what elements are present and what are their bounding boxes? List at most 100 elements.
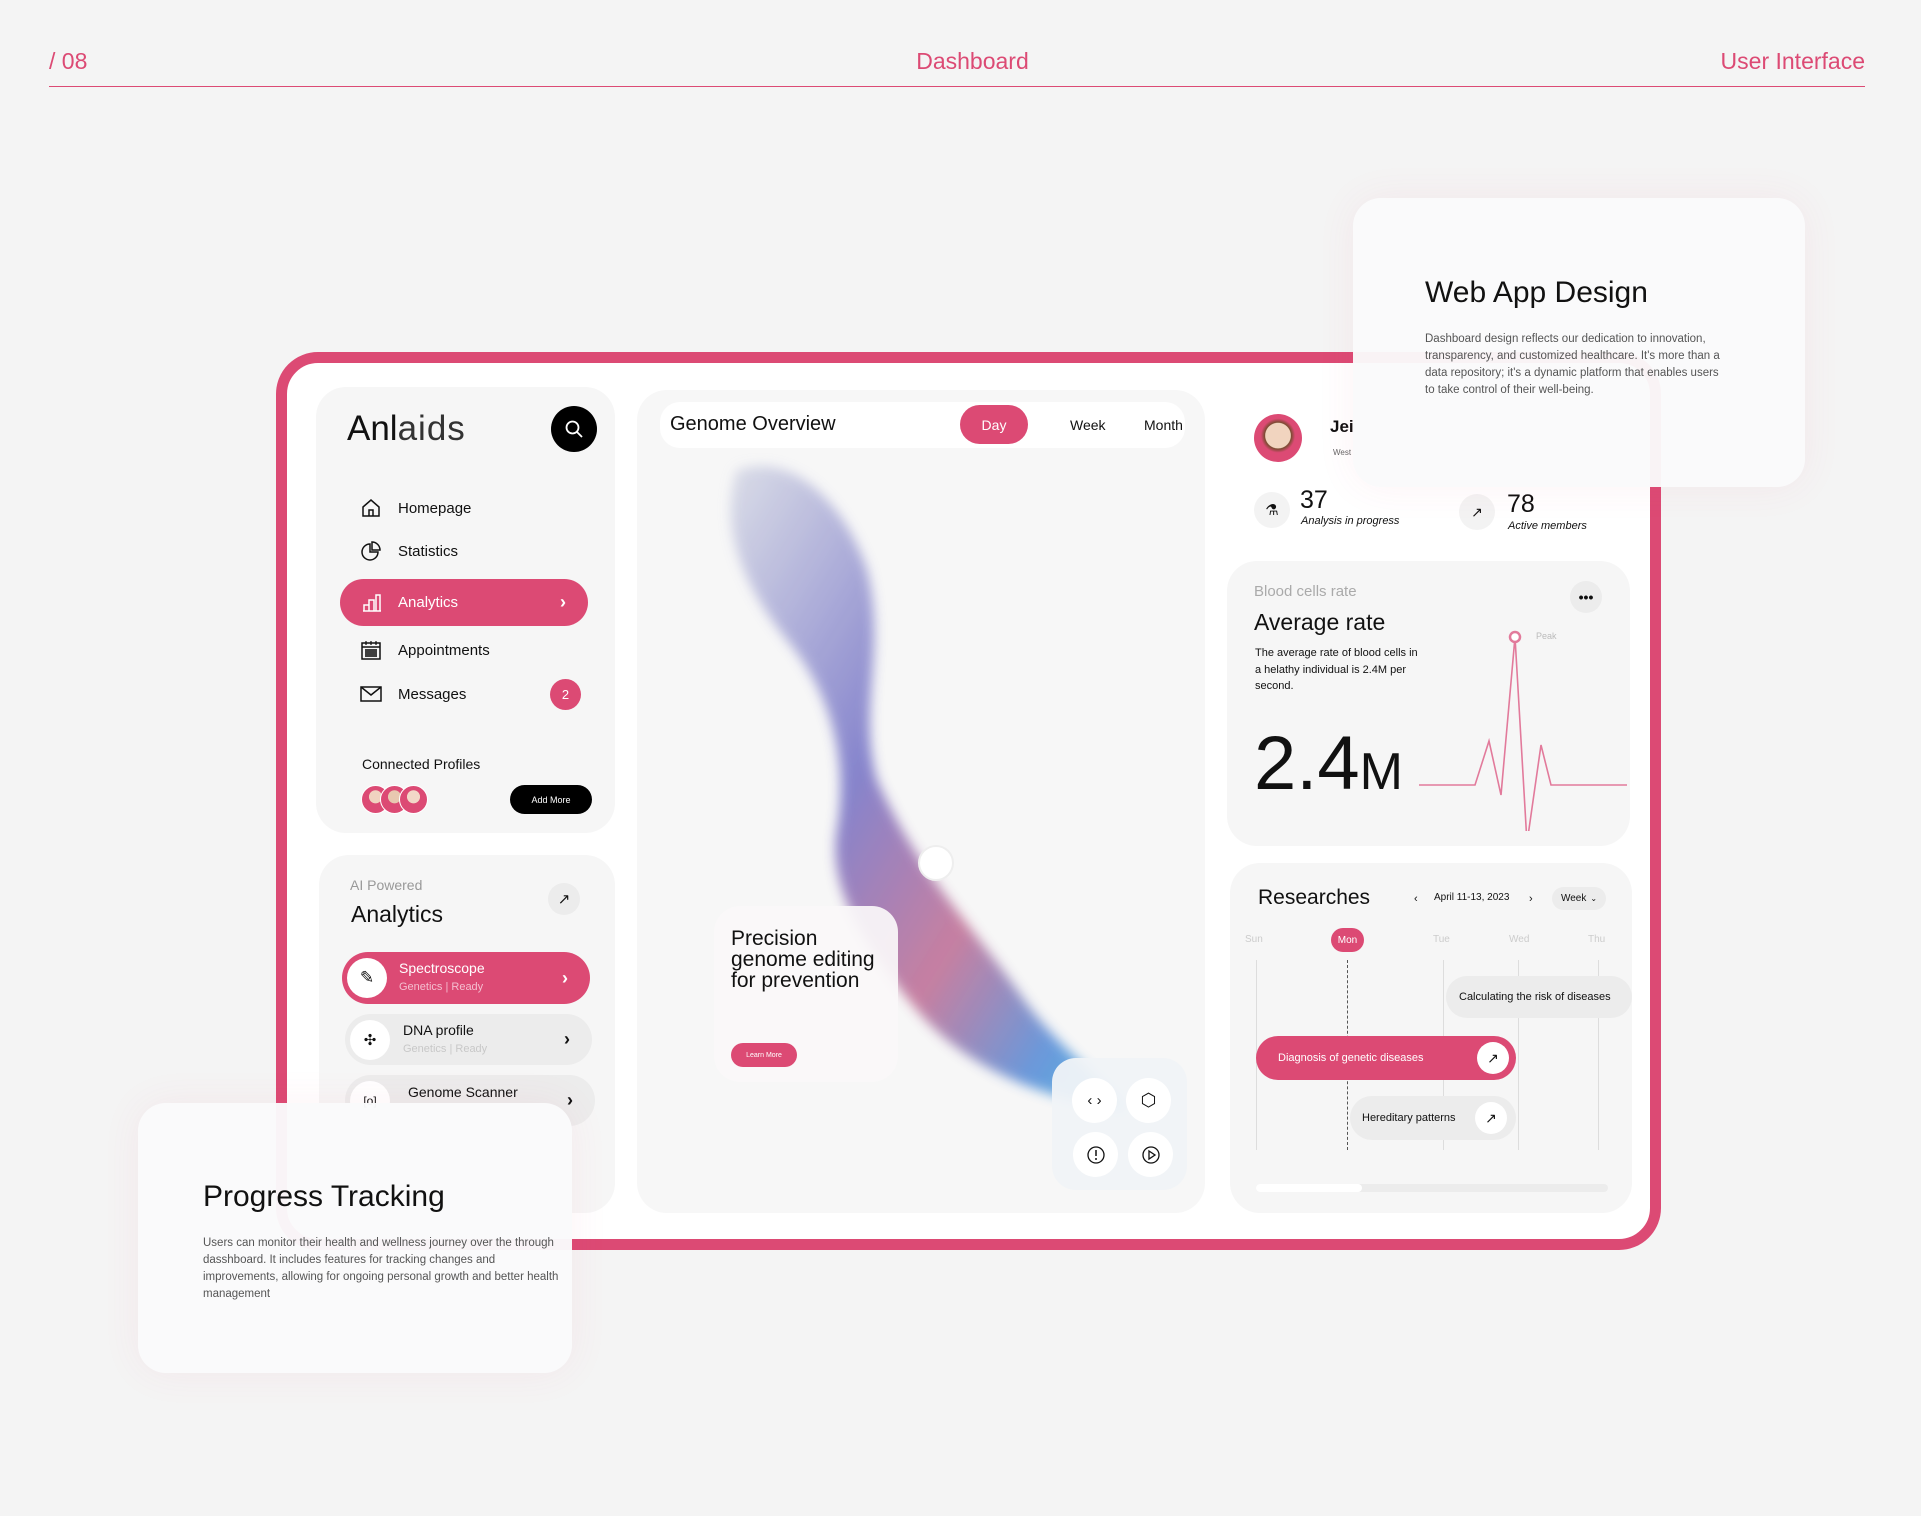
code-icon[interactable]: ‹ › xyxy=(1072,1078,1117,1123)
item-subtitle: Genetics | Ready xyxy=(403,1043,488,1055)
blood-eyebrow: Blood cells rate xyxy=(1254,583,1357,600)
logo: Anlaids xyxy=(347,409,466,448)
peak-label: Peak xyxy=(1536,631,1557,641)
ecg-chart xyxy=(1419,630,1627,831)
cube-icon[interactable]: ⬡ xyxy=(1126,1078,1171,1123)
ai-title: Analytics xyxy=(351,901,444,927)
chevron-right-icon: › xyxy=(567,1090,573,1110)
ecg-line xyxy=(1419,636,1627,831)
stat-value: 78 xyxy=(1507,490,1535,518)
chevron-right-icon: › xyxy=(564,1029,570,1049)
period-dropdown[interactable]: Week ⌄ xyxy=(1552,887,1606,910)
analytics-item-dna-profile[interactable]: ✣ DNA profile Genetics | Ready › xyxy=(345,1014,592,1065)
blood-cells-card: Blood cells rate Average rate The averag… xyxy=(1227,561,1630,846)
promo-card: Precision genome editing for prevention … xyxy=(714,906,898,1082)
day-label-active[interactable]: Mon xyxy=(1331,928,1364,952)
connected-avatars[interactable] xyxy=(361,785,428,814)
pipette-icon: ✎ xyxy=(347,958,387,998)
analytics-item-spectroscope[interactable]: ✎ Spectroscope Genetics | Ready › xyxy=(342,952,590,1004)
tab-week[interactable]: Week xyxy=(1070,417,1106,433)
promo-title: Precision genome editing for prevention xyxy=(731,927,875,992)
alert-icon[interactable] xyxy=(1073,1132,1118,1177)
trend-up-icon: ↗ xyxy=(1459,494,1495,530)
arrow-up-right-icon[interactable]: ↗ xyxy=(1477,1042,1509,1074)
item-title: Spectroscope xyxy=(399,960,485,976)
item-title: DNA profile xyxy=(403,1022,474,1038)
timeline-scrollbar[interactable] xyxy=(1256,1184,1608,1192)
sidebar-item-analytics[interactable]: Analytics › xyxy=(340,579,588,626)
user-avatar[interactable] xyxy=(1254,414,1302,462)
stat-label: Active members xyxy=(1508,520,1587,532)
avatar[interactable] xyxy=(399,785,428,814)
header-title: Dashboard xyxy=(916,48,1029,74)
tab-day[interactable]: Day xyxy=(960,405,1028,444)
event-diagnosis[interactable]: Diagnosis of genetic diseases ↗ xyxy=(1256,1036,1516,1080)
chevron-down-icon: ⌄ xyxy=(1590,894,1598,903)
chevron-right-icon: › xyxy=(562,967,568,988)
genome-title: Genome Overview xyxy=(670,413,836,435)
puzzle-icon: ✣ xyxy=(350,1020,390,1060)
pie-chart-icon xyxy=(361,541,381,561)
day-label: Sun xyxy=(1245,934,1263,945)
header-divider xyxy=(49,86,1865,87)
researches-title: Researches xyxy=(1258,886,1371,909)
event-hereditary[interactable]: Hereditary patterns ↗ xyxy=(1350,1096,1516,1140)
search-icon xyxy=(565,420,583,438)
next-week-button[interactable]: › xyxy=(1529,893,1533,905)
item-subtitle: Genetics | Ready xyxy=(399,981,484,993)
event-calculating-risk[interactable]: Calculating the risk of diseases xyxy=(1446,976,1632,1018)
date-range: April 11-13, 2023 xyxy=(1434,892,1510,903)
sidebar-item-homepage[interactable]: Homepage xyxy=(360,497,471,519)
connected-profiles-label: Connected Profiles xyxy=(362,756,481,772)
mail-icon xyxy=(360,686,382,702)
play-icon[interactable] xyxy=(1128,1132,1173,1177)
expand-arrow-icon[interactable]: ↗ xyxy=(548,883,580,915)
nav-label: Statistics xyxy=(398,542,459,560)
learn-more-button[interactable]: Learn More xyxy=(731,1043,797,1067)
user-location: West xyxy=(1333,448,1352,457)
day-label: Tue xyxy=(1433,934,1450,945)
web-app-text: Dashboard design reflects our dedication… xyxy=(1425,333,1720,396)
progress-tracking-card: Progress Tracking Users can monitor thei… xyxy=(138,1103,572,1373)
add-more-button[interactable]: Add More xyxy=(510,785,592,814)
sidebar-item-appointments[interactable]: Appointments xyxy=(360,639,490,661)
web-app-title: Web App Design xyxy=(1425,276,1648,309)
genome-header: Genome Overview Day Week Month xyxy=(660,402,1185,448)
scrollbar-thumb[interactable] xyxy=(1256,1184,1362,1192)
focus-marker[interactable] xyxy=(918,845,954,881)
header-right-title: User Interface xyxy=(1720,48,1865,74)
sidebar-item-statistics[interactable]: Statistics xyxy=(360,540,458,562)
ai-eyebrow: AI Powered xyxy=(350,877,423,893)
stat-label: Analysis in progress xyxy=(1301,515,1400,527)
nav-label: Analytics xyxy=(398,594,459,611)
progress-title: Progress Tracking xyxy=(203,1180,445,1213)
blood-value: 2.4M xyxy=(1254,721,1403,806)
more-options-icon[interactable]: ••• xyxy=(1570,581,1602,613)
user-name: Jei xyxy=(1330,417,1354,436)
search-button[interactable] xyxy=(551,406,597,452)
sidebar-item-messages[interactable]: Messages xyxy=(360,683,466,705)
view-controls: ‹ › ⬡ xyxy=(1052,1058,1187,1190)
nav-label: Messages xyxy=(398,685,467,703)
progress-text: Users can monitor their health and welln… xyxy=(203,1237,559,1300)
bar-chart-icon xyxy=(363,593,381,612)
blood-title: Average rate xyxy=(1254,609,1386,635)
web-app-design-card: Web App Design Dashboard design reflects… xyxy=(1353,198,1805,487)
nav-label: Homepage xyxy=(398,499,472,517)
prev-week-button[interactable]: ‹ xyxy=(1414,893,1418,905)
genome-overview-card: Genome Overview Day Week Month Precision… xyxy=(637,390,1205,1213)
flask-icon: ⚗ xyxy=(1254,492,1290,528)
messages-badge: 2 xyxy=(550,679,581,710)
home-icon xyxy=(362,499,380,517)
tab-month[interactable]: Month xyxy=(1144,417,1183,433)
arrow-up-right-icon[interactable]: ↗ xyxy=(1475,1102,1507,1134)
blood-description: The average rate of blood cells in a hel… xyxy=(1255,647,1418,692)
chevron-right-icon: › xyxy=(560,592,566,612)
calendar-icon xyxy=(361,641,381,660)
item-title: Genome Scanner xyxy=(408,1084,518,1100)
peak-marker xyxy=(1508,630,1522,644)
nav-label: Appointments xyxy=(398,641,490,659)
day-label: Thu xyxy=(1588,934,1606,945)
stat-value: 37 xyxy=(1300,486,1328,514)
day-label: Wed xyxy=(1509,934,1530,945)
